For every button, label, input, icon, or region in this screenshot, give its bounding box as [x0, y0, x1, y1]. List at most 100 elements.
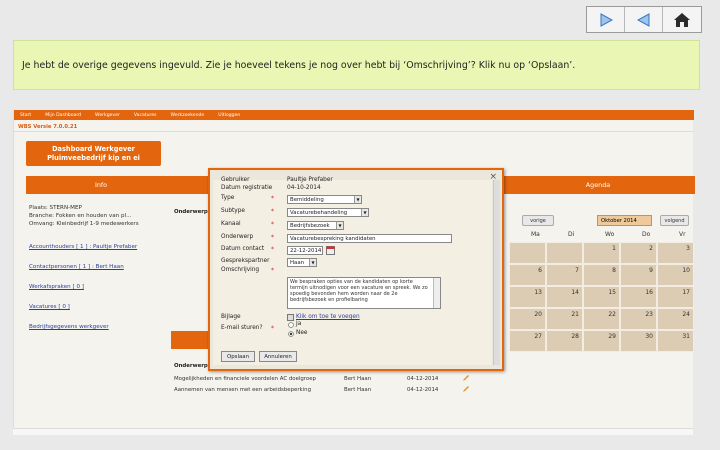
- calendar-day-cell[interactable]: 23: [620, 308, 657, 330]
- calendar-day-cell[interactable]: 28: [546, 330, 583, 352]
- edit-icon[interactable]: [462, 385, 470, 393]
- link-werkafspraken[interactable]: Werkafspraken [ 0 ]: [29, 284, 84, 290]
- calendar-icon[interactable]: [326, 246, 335, 255]
- info-title: Info: [94, 181, 108, 189]
- required-marker: *: [271, 325, 274, 332]
- omschrijving-textarea[interactable]: We bespraken opties van de kandidaten op…: [287, 277, 441, 309]
- nav-item-start[interactable]: Start: [20, 113, 31, 118]
- subtype-select[interactable]: Vacaturebehandeling ▼: [287, 208, 369, 217]
- nav-item-vacatures[interactable]: Vacatures: [134, 113, 157, 118]
- calendar-day-cell[interactable]: 1: [583, 242, 620, 264]
- gesprekspartner-select[interactable]: Haan ▼: [287, 258, 317, 267]
- nav-item-werkgever[interactable]: Werkgever: [95, 113, 120, 118]
- nav-item-dashboard[interactable]: Mijn Dashboard: [45, 113, 81, 118]
- calendar-day-cell[interactable]: 24: [657, 308, 694, 330]
- horizontal-scrollbar[interactable]: [13, 428, 693, 435]
- next-button[interactable]: [587, 7, 625, 32]
- calendar-day-cell[interactable]: 21: [546, 308, 583, 330]
- required-marker: *: [271, 246, 274, 253]
- middle-panel-header: [171, 176, 211, 194]
- required-marker: *: [271, 234, 274, 241]
- play-left-icon: [636, 12, 649, 27]
- calendar-weekday: Wo: [605, 231, 615, 238]
- agenda-panel-header: Agenda: [501, 176, 695, 194]
- calendar-weekday: Ma: [531, 231, 540, 238]
- row-2-subject[interactable]: Aannemen van mensen met een arbeidsbeper…: [174, 387, 311, 393]
- save-button[interactable]: Opslaan: [221, 351, 255, 362]
- calendar-day-cell[interactable]: 17: [657, 286, 694, 308]
- edit-icon[interactable]: [462, 374, 470, 382]
- instruction-text: Je hebt de overige gegevens ingevuld. Zi…: [22, 59, 576, 71]
- label-email-sturen: E-mail sturen?: [221, 325, 263, 331]
- dialog-scrollbar[interactable]: [493, 180, 500, 365]
- nav-item-werkzoekende[interactable]: Werkzoekende: [171, 113, 205, 118]
- add-attachment-link[interactable]: Klik om toe te voegen: [296, 314, 360, 320]
- required-marker: *: [271, 195, 274, 202]
- datum-contact-input[interactable]: 22-12-2014: [287, 246, 323, 255]
- value-datum-registratie: 04-10-2014: [287, 185, 321, 191]
- type-select[interactable]: Bemiddeling ▼: [287, 195, 362, 204]
- kanaal-select[interactable]: Bedrijfsbezoek ▼: [287, 221, 344, 230]
- calendar-day-cell[interactable]: 15: [583, 286, 620, 308]
- calendar-day-cell[interactable]: 13: [509, 286, 546, 308]
- calendar-day-cell[interactable]: 20: [509, 308, 546, 330]
- calendar-day-cell[interactable]: 27: [509, 330, 546, 352]
- dashboard-werkgever-button[interactable]: Dashboard Werkgever Pluimveebedrijf kip …: [26, 141, 161, 166]
- kanaal-value: Bedrijfsbezoek: [290, 222, 330, 229]
- calendar-day-cell[interactable]: 3: [657, 242, 694, 264]
- calendar-day-cell[interactable]: 10: [657, 264, 694, 286]
- home-button[interactable]: [663, 7, 701, 32]
- type-value: Bemiddeling: [290, 196, 324, 203]
- row-2-contact: Bert Haan: [344, 387, 372, 393]
- label-gesprekspartner: Gesprekspartner: [221, 258, 270, 264]
- onderwerp-input[interactable]: Vacaturebespreking kandidaten: [287, 234, 452, 243]
- textarea-scrollbar[interactable]: [433, 278, 440, 308]
- calendar-day-cell[interactable]: 16: [620, 286, 657, 308]
- info-branche: Branche: Fokken en houden van pl...: [29, 213, 132, 219]
- row-1-date: 04-12-2014: [407, 376, 439, 382]
- middle-onderwerp-bottom: Onderwerp: [174, 363, 208, 369]
- contact-registration-dialog: × Gebruiker Paultje Prefaber Datum regis…: [208, 168, 504, 371]
- radio-no[interactable]: [288, 331, 294, 337]
- previous-button[interactable]: [625, 7, 663, 32]
- link-accounthouders[interactable]: Accounthouders [ 1 ] : Paultje Prefaber: [29, 244, 137, 250]
- calendar-day-cell[interactable]: 31: [657, 330, 694, 352]
- calendar-day-cell[interactable]: [509, 242, 546, 264]
- row-2-date: 04-12-2014: [407, 387, 439, 393]
- app-nav-bar: Start Mijn Dashboard Werkgever Vacatures…: [14, 110, 694, 120]
- play-right-icon: [600, 12, 613, 27]
- chevron-down-icon: ▼: [336, 222, 343, 229]
- chevron-down-icon: ▼: [354, 196, 361, 203]
- calendar-month-select[interactable]: Oktober 2014: [597, 215, 652, 226]
- link-bedrijfsgegevens[interactable]: Bedrijfsgegevens werkgever: [29, 324, 109, 330]
- calendar-day-cell[interactable]: 29: [583, 330, 620, 352]
- nav-item-uitloggen[interactable]: Uitloggen: [218, 113, 240, 118]
- calendar-day-cell[interactable]: [546, 242, 583, 264]
- calendar-day-cell[interactable]: 6: [509, 264, 546, 286]
- calendar-day-cell[interactable]: 8: [583, 264, 620, 286]
- calendar-prev-button[interactable]: vorige: [522, 215, 554, 226]
- info-panel-header: Info: [26, 176, 176, 194]
- calendar-day-cell[interactable]: 2: [620, 242, 657, 264]
- cancel-button[interactable]: Annuleren: [259, 351, 297, 362]
- calendar-day-cell[interactable]: 7: [546, 264, 583, 286]
- radio-yes-label: Ja: [296, 321, 302, 327]
- label-type: Type: [221, 195, 235, 201]
- calendar-weekday: Vr: [679, 231, 686, 238]
- radio-yes[interactable]: [288, 322, 294, 328]
- link-vacatures[interactable]: Vacatures [ 0 ]: [29, 304, 70, 310]
- label-bijlage: Bijlage: [221, 314, 241, 320]
- row-1-subject[interactable]: Mogelijkheden en financiele voordelen AC…: [174, 376, 316, 382]
- label-subtype: Subtype: [221, 208, 245, 214]
- calendar-next-button[interactable]: volgend: [660, 215, 689, 226]
- calendar-day-cell[interactable]: 14: [546, 286, 583, 308]
- link-contactpersonen[interactable]: Contactpersonen [ 1 ] : Bert Haan: [29, 264, 124, 270]
- label-datum-contact: Datum contact: [221, 246, 265, 252]
- calendar-day-cell[interactable]: 22: [583, 308, 620, 330]
- label-datum-registratie: Datum registratie: [221, 185, 273, 191]
- top-navigation: [586, 6, 702, 33]
- app-version: WBS Versie 7.0.0.21: [18, 124, 78, 130]
- divider: [14, 131, 694, 132]
- calendar-day-cell[interactable]: 9: [620, 264, 657, 286]
- calendar-day-cell[interactable]: 30: [620, 330, 657, 352]
